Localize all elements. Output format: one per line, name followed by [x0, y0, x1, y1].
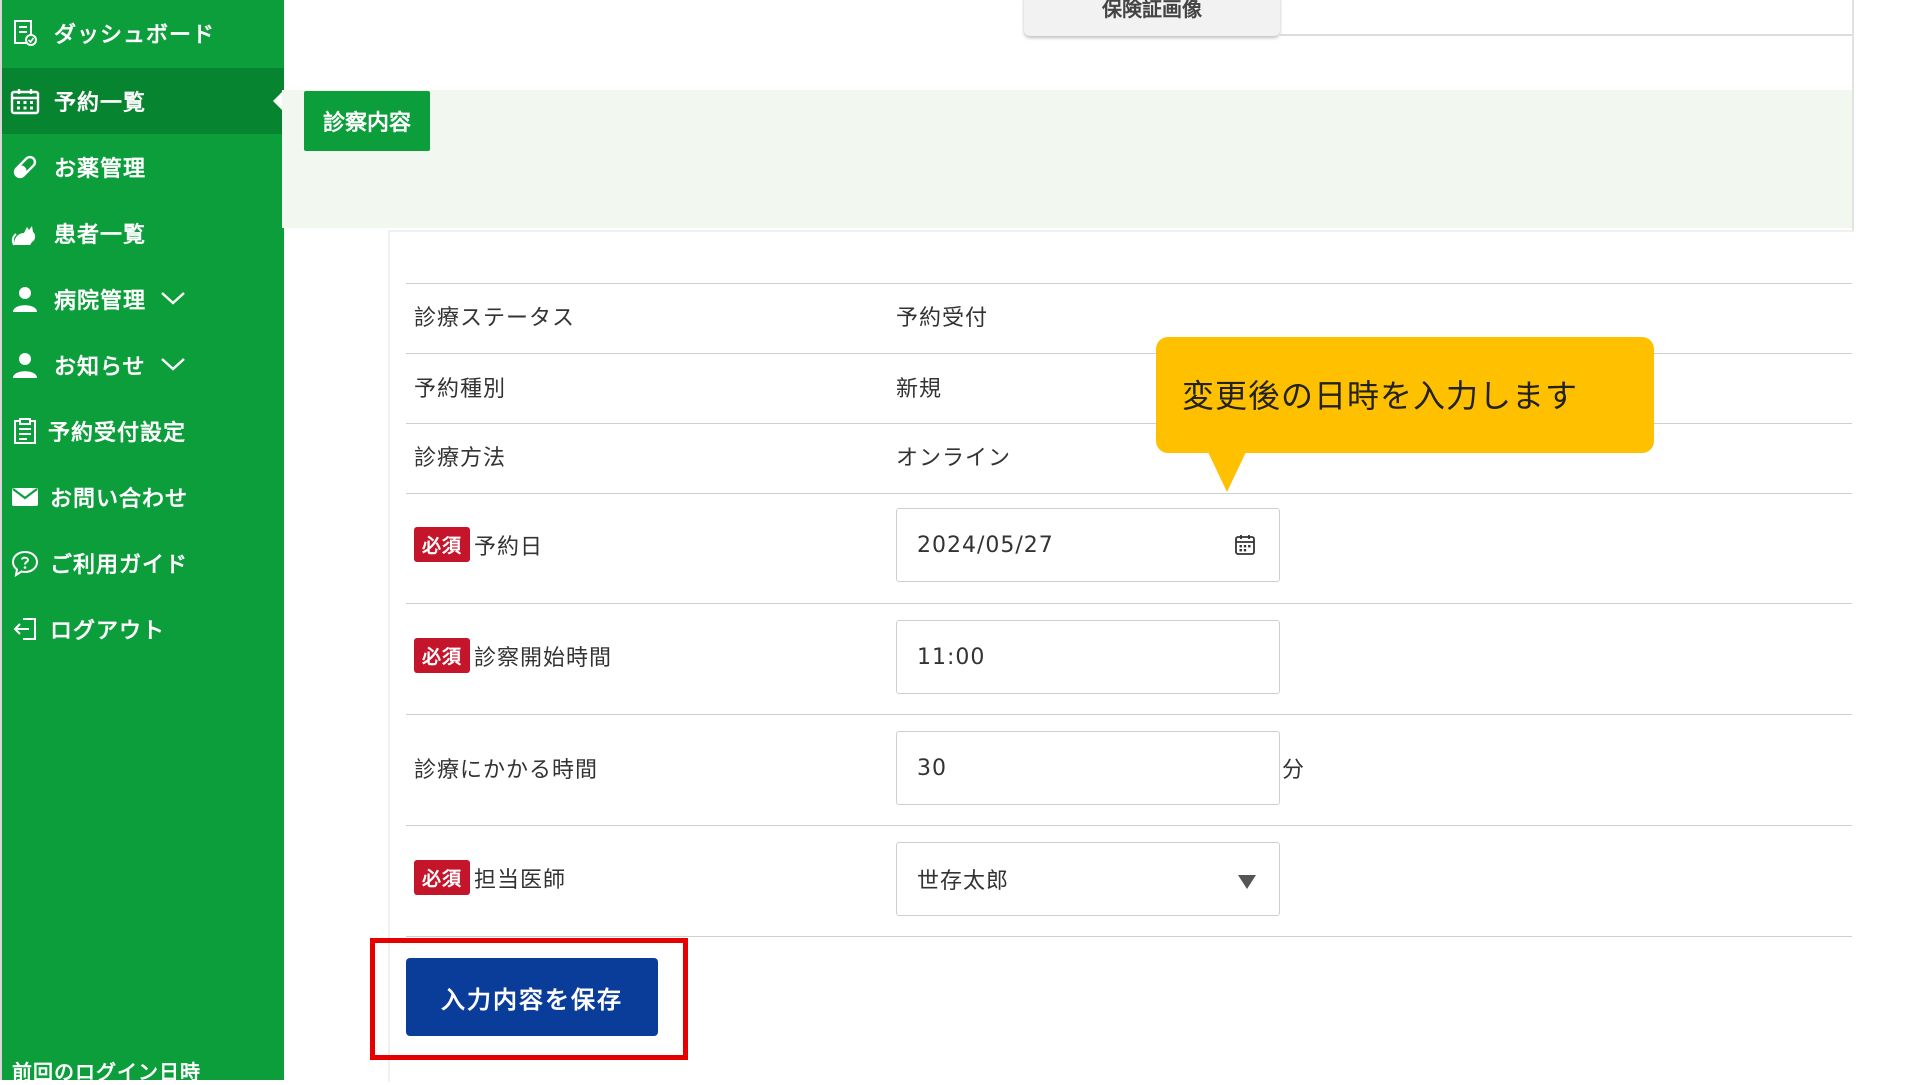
cat-icon: [10, 218, 40, 248]
required-badge: 必須: [414, 860, 471, 895]
sidebar-item-label: お知らせ: [54, 355, 146, 380]
sidebar-item-dashboard[interactable]: ダッシュボード: [2, 0, 284, 66]
start-time-label: 診察開始時間: [474, 645, 613, 671]
reservation-date-input[interactable]: 2024/05/27: [896, 508, 1280, 582]
mail-icon: [10, 482, 40, 512]
start-time-input[interactable]: 11:00: [896, 620, 1280, 694]
sidebar-item-label: 病院管理: [54, 289, 147, 314]
duration-value: 30: [917, 755, 947, 781]
person-icon: [10, 284, 40, 314]
sidebar-item-label: ログアウト: [50, 619, 166, 644]
last-login-label: 前回のログイン日時: [12, 1060, 201, 1084]
tab-insurance-card-image[interactable]: 保険証画像: [1024, 0, 1280, 36]
sidebar-item-patients[interactable]: 患者一覧: [2, 200, 284, 266]
instruction-callout: 変更後の日時を入力します: [1156, 337, 1654, 453]
sidebar-item-hospital[interactable]: 病院管理: [2, 266, 284, 332]
required-badge: 必須: [414, 638, 471, 673]
sidebar-item-label: ダッシュボード: [54, 23, 216, 48]
duration-unit: 分: [1282, 758, 1305, 783]
section-title: 診察内容: [304, 91, 430, 151]
reservation-type-label: 予約種別: [414, 377, 507, 402]
reservation-date-label-group: 必須 予約日: [414, 527, 543, 562]
sidebar-item-label: お問い合わせ: [50, 487, 189, 512]
divider: [406, 493, 1852, 494]
sidebar-item-reservation-settings[interactable]: 予約受付設定: [2, 398, 284, 464]
status-value: 予約受付: [896, 306, 989, 331]
sidebar-item-reservations[interactable]: 予約一覧: [2, 68, 285, 134]
sidebar-item-label: 予約一覧: [54, 91, 147, 116]
section-band: [282, 90, 1852, 228]
start-time-label-group: 必須 診察開始時間: [414, 638, 612, 673]
divider: [406, 936, 1852, 937]
consultation-method-label: 診療方法: [414, 446, 507, 471]
reservation-date-label: 予約日: [474, 534, 544, 560]
divider: [406, 714, 1852, 715]
sidebar: ダッシュボード 予約一覧 お薬管理 患者一覧 病院管理 お知らせ 予約受付設定 …: [0, 0, 285, 1084]
pill-icon: [10, 152, 40, 182]
calendar-icon: [10, 86, 40, 116]
sidebar-item-news[interactable]: お知らせ: [2, 332, 284, 398]
sidebar-item-label: 予約受付設定: [48, 421, 187, 446]
dashboard-icon: [10, 18, 40, 48]
sidebar-item-medicine[interactable]: お薬管理: [2, 134, 284, 200]
reservation-date-value: 2024/05/27: [917, 532, 1054, 558]
divider: [406, 283, 1852, 284]
duration-label: 診療にかかる時間: [414, 758, 599, 783]
sidebar-item-label: ご利用ガイド: [50, 553, 189, 578]
duration-input[interactable]: 30: [896, 731, 1280, 805]
doctor-label: 担当医師: [474, 867, 567, 893]
divider: [1280, 34, 1852, 36]
divider: [406, 825, 1852, 826]
sidebar-item-logout[interactable]: ログアウト: [2, 596, 284, 662]
doctor-select[interactable]: 世存太郎: [896, 842, 1280, 916]
chevron-down-icon[interactable]: [160, 353, 186, 378]
chevron-down-icon[interactable]: [160, 287, 186, 312]
help-bubble-icon: [10, 548, 40, 578]
consultation-method-value: オンライン: [896, 446, 1012, 471]
clipboard-icon: [10, 416, 40, 446]
callout-tail: [1208, 452, 1246, 492]
person-icon: [10, 350, 40, 380]
sidebar-item-guide[interactable]: ご利用ガイド: [2, 530, 284, 596]
doctor-value: 世存太郎: [917, 869, 1010, 894]
status-label: 診療ステータス: [414, 306, 576, 331]
start-time-value: 11:00: [917, 644, 986, 670]
reservation-type-value: 新規: [896, 377, 943, 402]
divider: [406, 603, 1852, 604]
required-badge: 必須: [414, 527, 471, 562]
save-button[interactable]: 入力内容を保存: [406, 958, 658, 1036]
sidebar-item-label: お薬管理: [54, 157, 147, 182]
logout-icon: [10, 614, 40, 644]
sidebar-item-contact[interactable]: お問い合わせ: [2, 464, 284, 530]
calendar-picker-icon[interactable]: [1233, 533, 1257, 563]
dropdown-arrow-icon[interactable]: [1237, 871, 1257, 896]
sidebar-item-label: 患者一覧: [54, 223, 147, 248]
doctor-label-group: 必須 担当医師: [414, 860, 566, 895]
